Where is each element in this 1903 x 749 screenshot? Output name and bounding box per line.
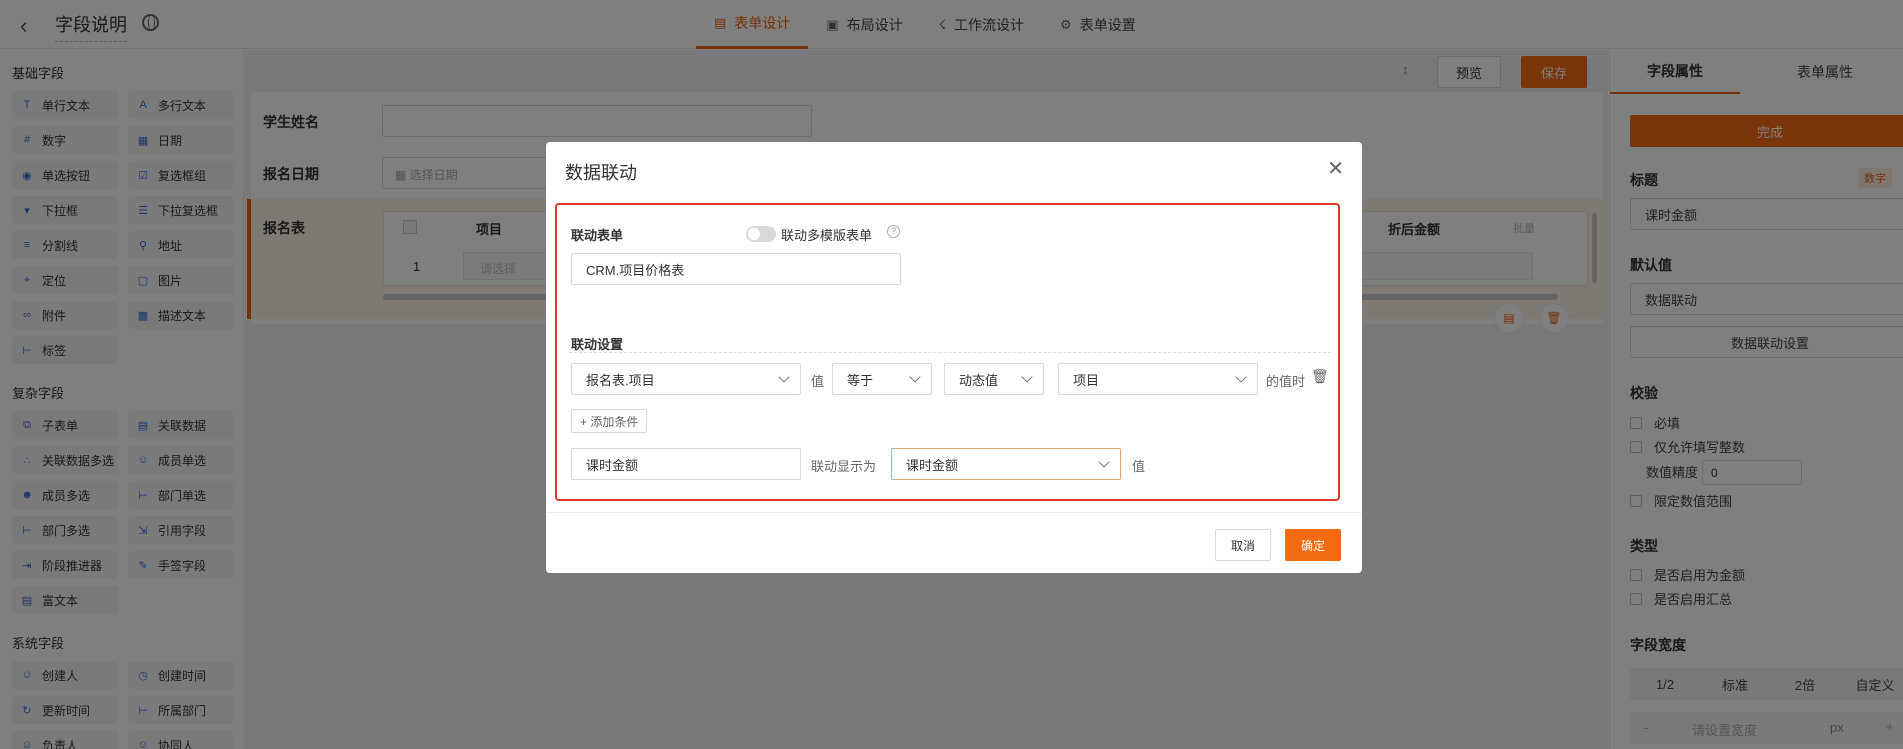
modal-title: 数据联动 — [565, 163, 637, 183]
linkage-config-area: 联动表单 联动多模版表单 ? CRM.项目价格表 联动设置 报名表.项目 值 等… — [555, 203, 1340, 501]
chevron-down-icon — [1021, 371, 1033, 383]
cancel-button[interactable]: 取消 — [1215, 529, 1271, 561]
display-source-input[interactable]: 课时金额 — [571, 448, 801, 480]
value-label: 值 — [811, 374, 825, 389]
close-icon[interactable]: ✕ — [1327, 156, 1344, 181]
condition-field-select[interactable]: 报名表.项目 — [571, 363, 801, 395]
multi-template-label: 联动多模版表单 — [781, 228, 873, 243]
add-condition-button[interactable]: + 添加条件 — [571, 409, 648, 433]
chevron-down-icon — [1098, 456, 1110, 468]
value-suffix-label: 值 — [1132, 459, 1146, 474]
value-type-select[interactable]: 动态值 — [944, 363, 1044, 395]
data-linkage-modal: 数据联动 ✕ 联动表单 联动多模版表单 ? CRM.项目价格表 联动设置 报名表… — [546, 142, 1362, 573]
target-field-select[interactable]: 项目 — [1058, 363, 1258, 395]
display-target-select[interactable]: 课时金额 — [891, 448, 1121, 480]
confirm-button[interactable]: 确定 — [1285, 529, 1341, 561]
linked-form-label: 联动表单 — [571, 228, 624, 243]
footer-divider — [546, 512, 1362, 513]
trash-icon[interactable]: 🗑 — [1311, 368, 1329, 385]
help-icon[interactable]: ? — [887, 225, 900, 238]
display-as-label: 联动显示为 — [811, 459, 877, 474]
linked-form-input[interactable]: CRM.项目价格表 — [571, 253, 901, 285]
when-value-label: 的值时 — [1266, 374, 1306, 389]
multi-template-toggle[interactable] — [746, 226, 776, 242]
section-divider — [569, 352, 1331, 353]
linkage-settings-label: 联动设置 — [571, 337, 624, 352]
chevron-down-icon — [1235, 371, 1247, 383]
chevron-down-icon — [909, 371, 921, 383]
operator-select[interactable]: 等于 — [832, 363, 932, 395]
chevron-down-icon — [778, 371, 790, 383]
